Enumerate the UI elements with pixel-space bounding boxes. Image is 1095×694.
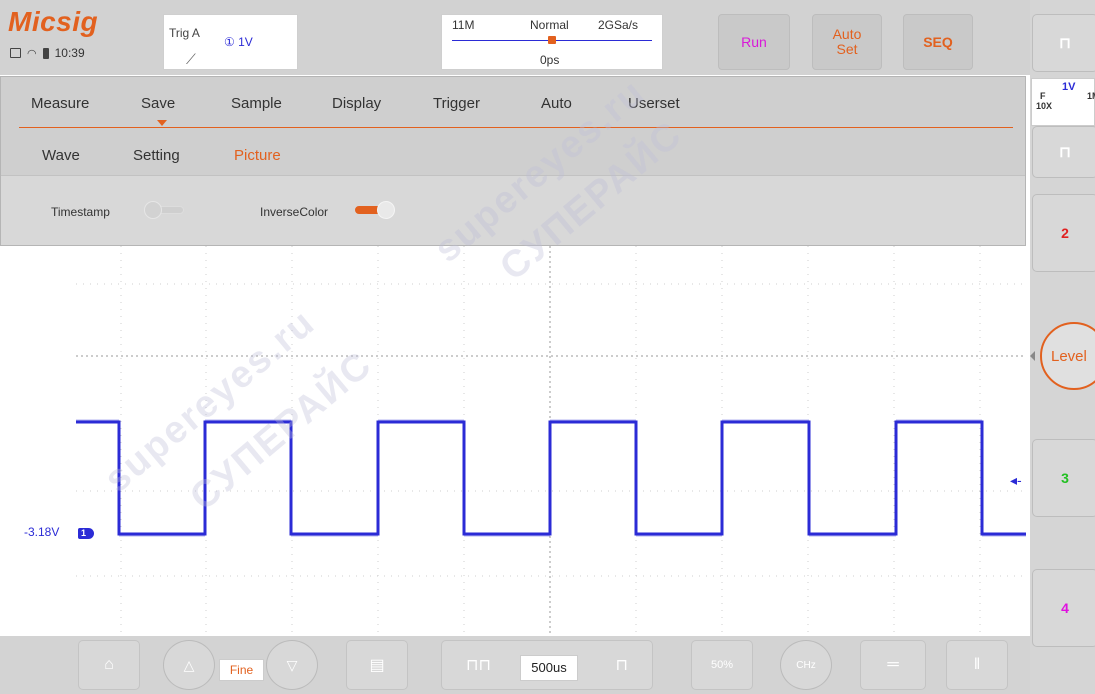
trigger-info-box[interactable]: Trig A ① 1V ⟋ xyxy=(163,14,298,70)
horizontal-cursor-button[interactable]: ═ xyxy=(860,640,926,690)
ch1-volts: 1V xyxy=(1062,81,1076,93)
run-button[interactable]: Run xyxy=(718,14,790,70)
micsig-logo: Micsig xyxy=(8,6,99,37)
pulse-icon-2: ⊓ xyxy=(1059,144,1071,161)
home-icon: ⌂ xyxy=(104,656,114,673)
channel1-square-wave xyxy=(76,420,1026,536)
ch1-impedance: 1M xyxy=(1087,91,1095,101)
waveform-grid xyxy=(76,246,1026,636)
tab-measure[interactable]: Measure xyxy=(31,95,89,112)
tab-display[interactable]: Display xyxy=(332,95,381,112)
save-menu-panel: Measure Save Sample Display Trigger Auto… xyxy=(0,76,1026,246)
up-triangle-icon: △ xyxy=(183,656,195,673)
tab-save[interactable]: Save xyxy=(141,95,175,112)
inversecolor-toggle[interactable] xyxy=(353,201,395,219)
channel3-button[interactable]: 3 xyxy=(1032,439,1095,517)
fifty-percent-button[interactable]: 50% xyxy=(691,640,753,690)
autoset-button[interactable]: Auto Set xyxy=(812,14,882,70)
frequency-button[interactable]: CHz xyxy=(780,640,832,690)
channel1-pulse-button[interactable]: ⊓ xyxy=(1032,126,1095,178)
rising-edge-icon: ⟋ xyxy=(186,51,196,67)
down-triangle-icon: ▽ xyxy=(286,656,298,673)
autoset-label-line1: Auto xyxy=(832,26,862,42)
horizontal-cursor-icon: ═ xyxy=(887,656,899,673)
home-button[interactable]: ⌂ xyxy=(78,640,140,690)
channel1-info-card[interactable]: 1V F 10X 1M xyxy=(1031,78,1095,126)
inversecolor-toggle-knob xyxy=(377,201,395,219)
memory-depth: 11M xyxy=(452,18,475,32)
wifi-icon: ◠ xyxy=(27,47,37,60)
ch1-probe: 10X xyxy=(1036,101,1053,111)
subtab-picture[interactable]: Picture xyxy=(234,147,281,164)
waveform-display[interactable] xyxy=(76,246,1026,636)
inversecolor-label: InverseColor xyxy=(260,205,329,219)
save-file-button[interactable]: ▤ xyxy=(346,640,408,690)
sub-tabs: Wave Setting Picture xyxy=(1,129,1025,175)
tab-sample[interactable]: Sample xyxy=(231,95,282,112)
battery-icon xyxy=(42,47,49,59)
up-arrow-button[interactable]: △ xyxy=(163,640,215,690)
menu-divider xyxy=(19,127,1013,128)
zoom-out-pulse-icon: ⊓⊓ xyxy=(466,657,491,674)
tab-trigger[interactable]: Trigger xyxy=(433,95,480,112)
sample-rate: 2GSa/s xyxy=(598,18,639,32)
down-arrow-button[interactable]: ▽ xyxy=(266,640,318,690)
timebase-info-box[interactable]: 11M Normal 2GSa/s 0ps xyxy=(441,14,663,70)
timestamp-label: Timestamp xyxy=(51,205,110,219)
bottom-toolbar: ⌂ △ Fine ▽ ▤ ⊓⊓ ⊓ 500us 50% CHz ═ ‖ xyxy=(0,636,1030,694)
autoset-label-line2: Set xyxy=(836,41,858,57)
monitor-icon xyxy=(10,48,21,58)
tab-userset[interactable]: Userset xyxy=(628,95,680,112)
timestamp-toggle-knob xyxy=(144,201,162,219)
zoom-in-pulse-icon: ⊓ xyxy=(615,657,628,674)
picture-options: Timestamp InverseColor xyxy=(1,175,1025,245)
timestamp-toggle[interactable] xyxy=(144,201,186,219)
active-tab-indicator xyxy=(157,120,167,126)
menu-tabs: Measure Save Sample Display Trigger Auto… xyxy=(1,77,1025,127)
timebase-value[interactable]: 500us xyxy=(520,655,578,681)
subtab-wave[interactable]: Wave xyxy=(42,147,80,164)
trigger-channel: ① 1V xyxy=(224,35,253,49)
tab-auto[interactable]: Auto xyxy=(541,95,572,112)
pulse-icon: ⊓ xyxy=(1059,35,1071,52)
channel1-offset-label: -3.18V xyxy=(24,525,60,539)
channel1-button[interactable]: ⊓ xyxy=(1032,14,1095,72)
trigger-position: 0ps xyxy=(540,53,560,67)
level-caret-icon xyxy=(1030,351,1035,361)
vertical-cursor-button[interactable]: ‖ xyxy=(946,640,1008,690)
channel4-button[interactable]: 4 xyxy=(1032,569,1095,647)
top-bar: Micsig ◠ 10:39 Trig A ① 1V ⟋ 11M Normal … xyxy=(0,0,1030,75)
status-line: ◠ 10:39 xyxy=(10,46,85,60)
clock: 10:39 xyxy=(54,46,85,60)
ch1-bandwidth: F xyxy=(1040,91,1046,101)
subtab-setting[interactable]: Setting xyxy=(133,147,180,164)
save-file-icon: ▤ xyxy=(369,657,385,674)
seq-button[interactable]: SEQ xyxy=(903,14,973,70)
trigger-level-arrow-icon[interactable]: ◂‑ xyxy=(1010,472,1022,489)
fine-button[interactable]: Fine xyxy=(219,659,264,681)
channel1-ground-marker[interactable]: 1 xyxy=(78,528,94,539)
trigger-source: Trig A xyxy=(169,26,200,40)
trigger-mode: Normal xyxy=(530,18,569,32)
trigger-position-marker[interactable] xyxy=(548,36,556,44)
channel2-button[interactable]: 2 xyxy=(1032,194,1095,272)
vertical-cursor-icon: ‖ xyxy=(973,656,981,673)
